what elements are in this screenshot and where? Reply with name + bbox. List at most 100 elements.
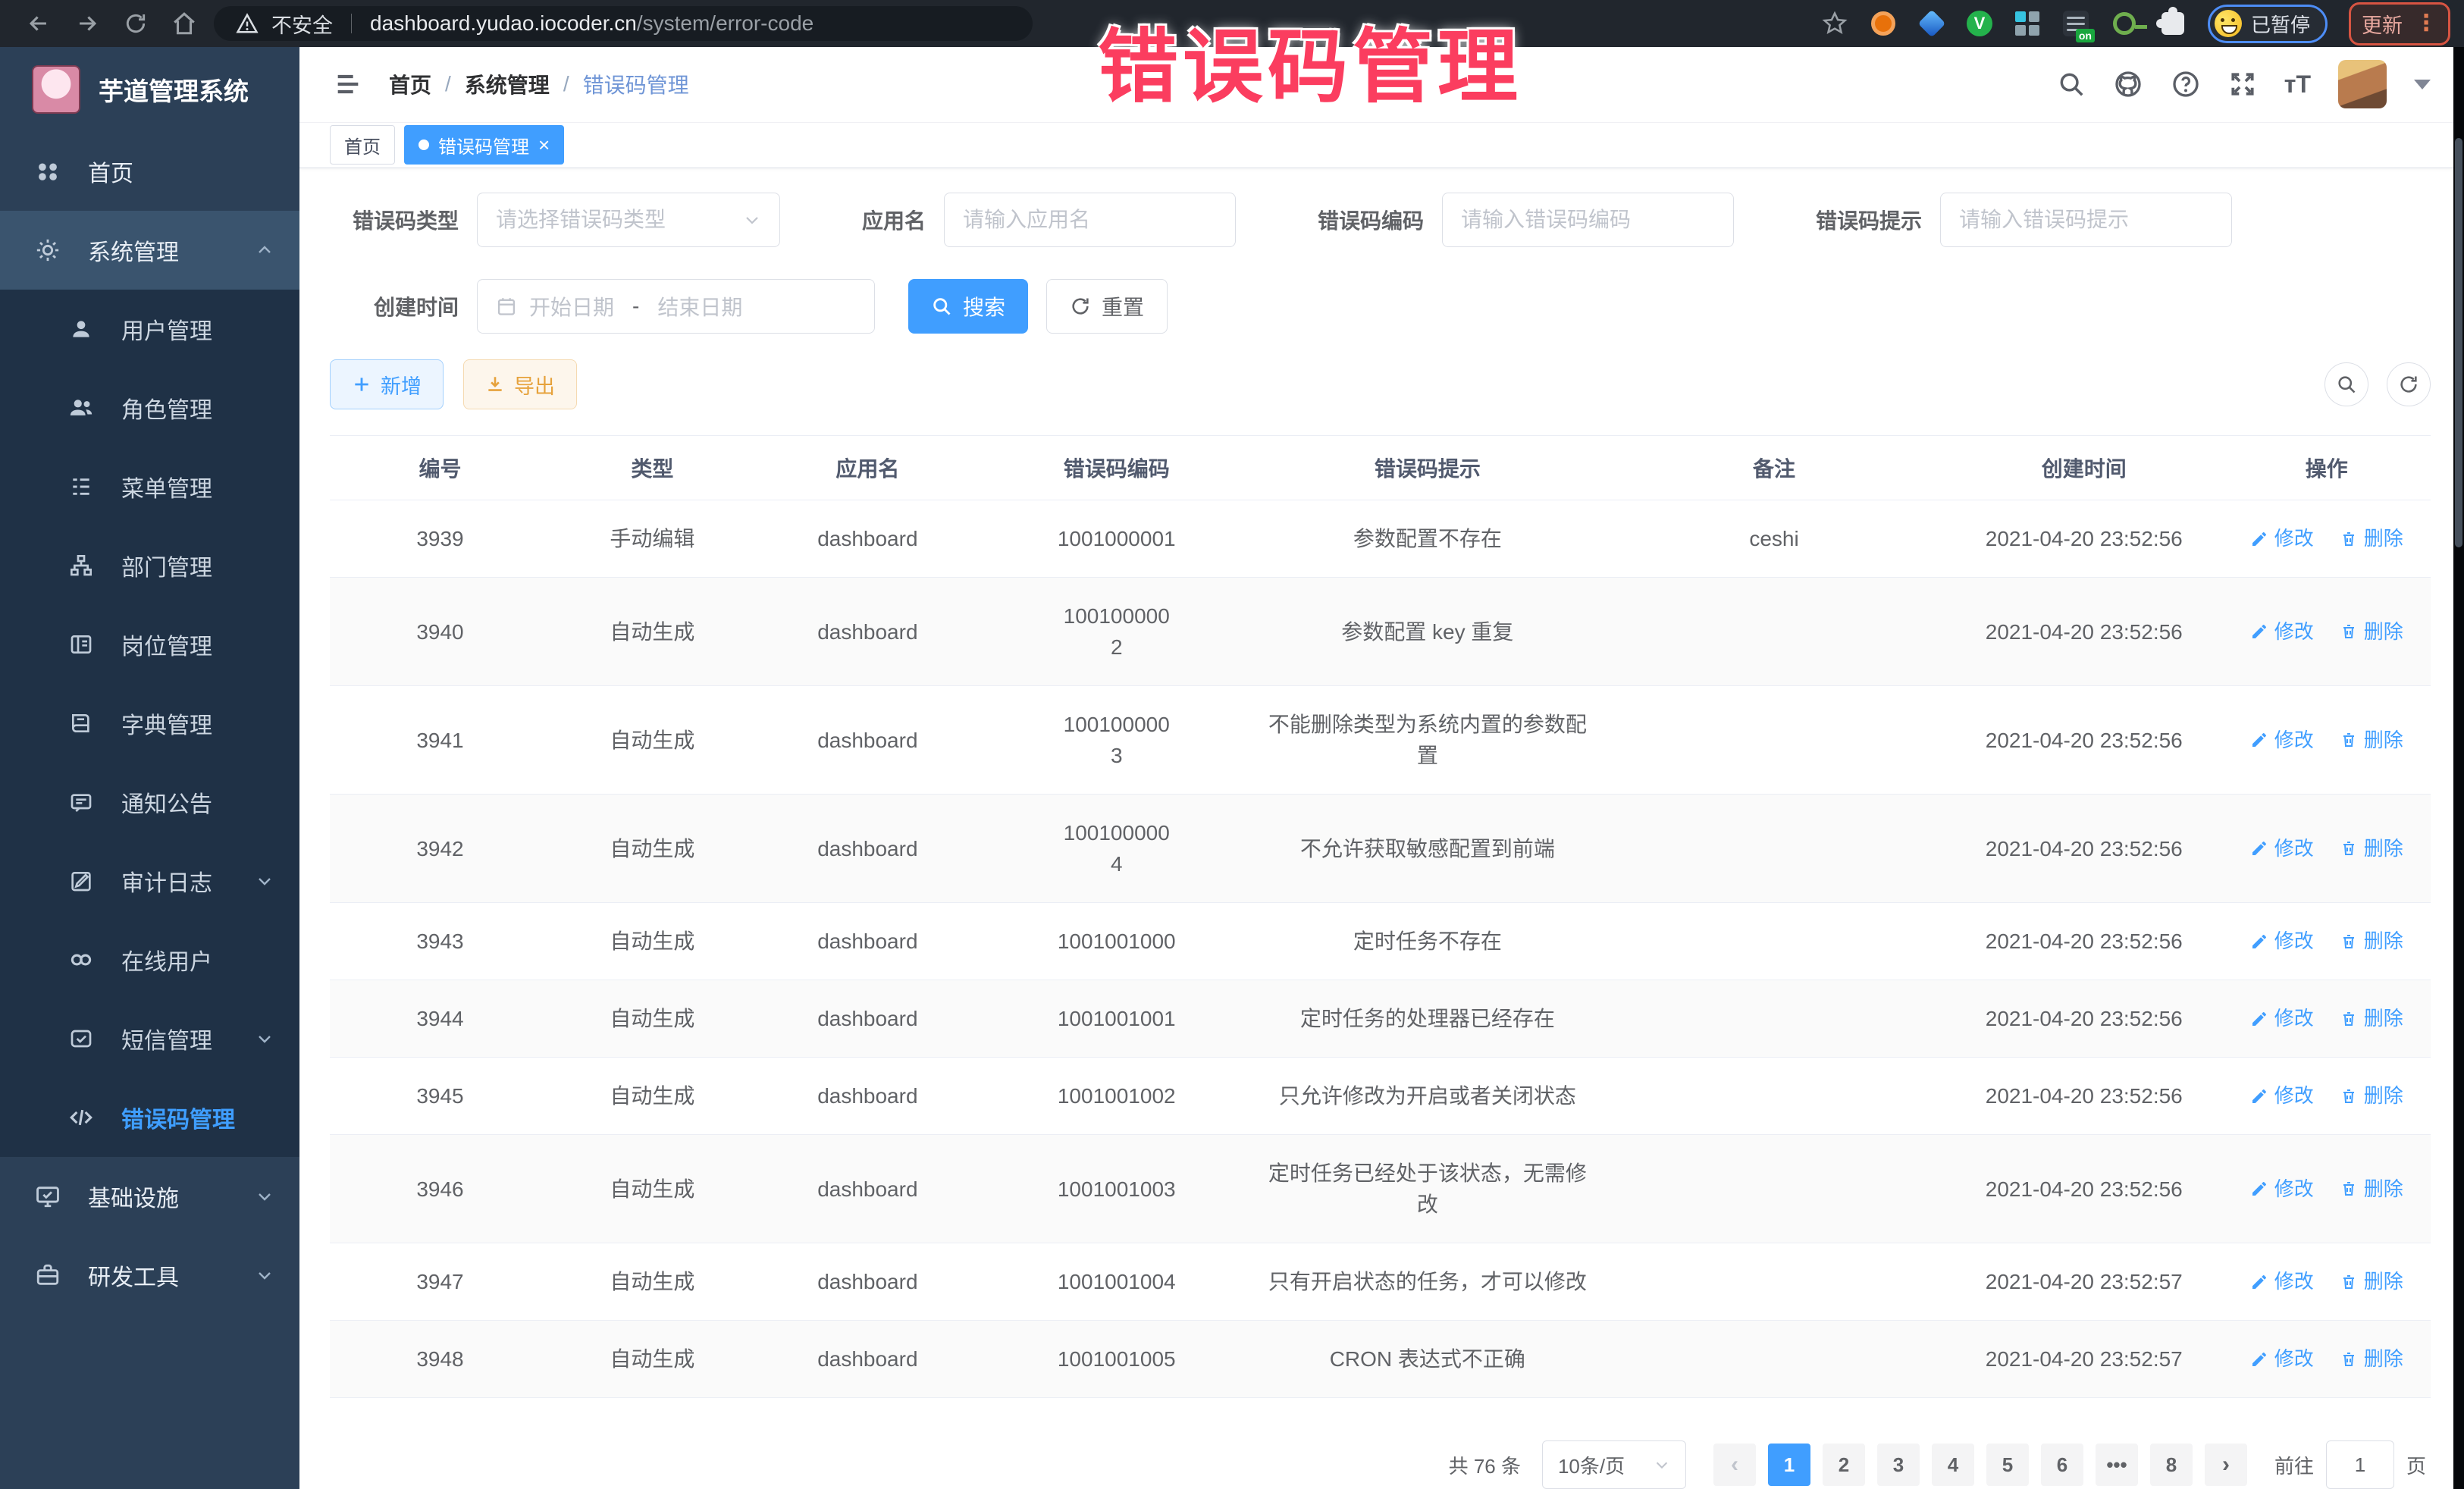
delete-button[interactable]: 删除	[2340, 1266, 2403, 1297]
monitor-check-icon	[33, 1183, 62, 1209]
cell-code: 100100000 2	[981, 578, 1252, 685]
refresh-table-icon[interactable]	[2387, 362, 2431, 406]
sidebar-item-system[interactable]: 系统管理	[0, 211, 299, 290]
scrollbar-thumb[interactable]	[2455, 138, 2462, 547]
font-size-icon[interactable]: ᴛT	[2284, 71, 2311, 99]
avatar-caret-icon[interactable]	[2414, 80, 2431, 89]
profile-paused-pill[interactable]: 已暂停	[2208, 5, 2328, 43]
goto-page-input[interactable]	[2326, 1440, 2394, 1489]
breadcrumb-home[interactable]: 首页	[389, 69, 431, 99]
green-v-extension-icon[interactable]: V	[1967, 11, 1992, 36]
puzzle-extensions-icon[interactable]	[2159, 10, 2187, 37]
app-logo[interactable]: 芋道管理系统	[0, 47, 299, 132]
page-button[interactable]: 5	[1986, 1444, 2029, 1486]
orange-extension-icon[interactable]	[1870, 10, 1897, 37]
bookmark-star-icon[interactable]	[1821, 10, 1848, 37]
sidebar-item-dev-tools[interactable]: 研发工具	[0, 1236, 299, 1315]
sidebar-item-home[interactable]: 首页	[0, 132, 299, 211]
add-button[interactable]: 新增	[330, 359, 444, 409]
edit-button[interactable]: 修改	[2250, 1003, 2314, 1034]
page-button[interactable]: 1	[1768, 1444, 1810, 1486]
sidebar-item-roles[interactable]: 角色管理	[0, 368, 299, 447]
delete-button[interactable]: 删除	[2340, 523, 2403, 554]
prev-page-button[interactable]: ‹	[1713, 1444, 1756, 1486]
page-size-select[interactable]: 10条/页	[1542, 1440, 1686, 1489]
sidebar-item-dict[interactable]: 字典管理	[0, 684, 299, 763]
app-name-input[interactable]	[944, 193, 1236, 247]
search-button[interactable]: 搜索	[908, 279, 1028, 334]
edit-button[interactable]: 修改	[2250, 523, 2314, 554]
sidebar-item-audit-log[interactable]: 审计日志	[0, 842, 299, 920]
browser-menu-icon[interactable]: ⋮	[2415, 17, 2437, 30]
delete-button[interactable]: 删除	[2340, 926, 2403, 957]
export-button[interactable]: 导出	[463, 359, 577, 409]
grid-extension-icon[interactable]	[2014, 10, 2041, 37]
delete-button[interactable]: 删除	[2340, 1174, 2403, 1205]
edit-button[interactable]: 修改	[2250, 1266, 2314, 1297]
delete-button[interactable]: 删除	[2340, 1003, 2403, 1034]
blue-pin-extension-icon[interactable]	[1918, 10, 1945, 37]
sidebar-item-notice[interactable]: 通知公告	[0, 763, 299, 842]
user-avatar[interactable]	[2338, 60, 2387, 108]
cell-id: 3947	[330, 1243, 550, 1320]
cell-id: 3948	[330, 1321, 550, 1397]
edit-button[interactable]: 修改	[2250, 926, 2314, 957]
edit-button[interactable]: 修改	[2250, 1343, 2314, 1375]
error-hint-input[interactable]	[1940, 193, 2232, 247]
reload-button[interactable]	[121, 9, 150, 38]
page-button[interactable]: 8	[2150, 1444, 2193, 1486]
tab-home[interactable]: 首页	[330, 125, 395, 165]
edit-button[interactable]: 修改	[2250, 616, 2314, 647]
delete-button[interactable]: 删除	[2340, 1343, 2403, 1375]
edit-button[interactable]: 修改	[2250, 1080, 2314, 1111]
breadcrumb-system[interactable]: 系统管理	[465, 69, 550, 99]
sidebar-item-posts[interactable]: 岗位管理	[0, 605, 299, 684]
page-button[interactable]: 6	[2041, 1444, 2083, 1486]
cell-id: 3946	[330, 1151, 550, 1227]
header-search-icon[interactable]	[2057, 70, 2086, 99]
toggle-search-icon[interactable]	[2324, 362, 2368, 406]
fullscreen-icon[interactable]	[2228, 70, 2257, 99]
error-type-select[interactable]	[477, 193, 780, 247]
sidebar-item-users[interactable]: 用户管理	[0, 290, 299, 368]
sidebar-item-departments[interactable]: 部门管理	[0, 526, 299, 605]
page-button[interactable]: 2	[1823, 1444, 1865, 1486]
key-extension-icon[interactable]	[2111, 10, 2138, 37]
sidebar-item-error-code[interactable]: 错误码管理	[0, 1078, 299, 1157]
back-button[interactable]	[24, 9, 53, 38]
delete-button[interactable]: 删除	[2340, 616, 2403, 647]
org-tree-icon	[67, 553, 96, 578]
delete-button[interactable]: 删除	[2340, 725, 2403, 756]
address-bar[interactable]: 不安全 dashboard.yudao.iocoder.cn/system/er…	[214, 6, 1033, 41]
close-tab-icon[interactable]: ×	[538, 135, 550, 155]
github-icon[interactable]	[2113, 69, 2143, 99]
sidebar-item-sms[interactable]: 短信管理	[0, 999, 299, 1078]
cell-hint: 只有开启状态的任务，才可以修改	[1252, 1243, 1603, 1320]
delete-button[interactable]: 删除	[2340, 833, 2403, 864]
page-scrollbar[interactable]	[2453, 47, 2464, 1489]
forward-button[interactable]	[73, 9, 102, 38]
edit-button[interactable]: 修改	[2250, 1174, 2314, 1205]
cell-memo	[1603, 1166, 1945, 1212]
reset-button[interactable]: 重置	[1046, 279, 1168, 334]
page-button[interactable]: 3	[1877, 1444, 1920, 1486]
dark-on-extension-icon[interactable]: on	[2062, 10, 2089, 37]
help-icon[interactable]	[2171, 69, 2201, 99]
edit-button[interactable]: 修改	[2250, 833, 2314, 864]
delete-button[interactable]: 删除	[2340, 1080, 2403, 1111]
sidebar-item-online-users[interactable]: 在线用户	[0, 920, 299, 999]
sidebar-item-infrastructure[interactable]: 基础设施	[0, 1157, 299, 1236]
error-code-input[interactable]	[1442, 193, 1734, 247]
home-button[interactable]	[170, 9, 199, 38]
page-button[interactable]: 4	[1932, 1444, 1974, 1486]
page-button[interactable]: •••	[2096, 1444, 2138, 1486]
page-header: 首页 / 系统管理 / 错误码管理 ᴛT	[299, 47, 2464, 123]
date-range-picker[interactable]: 开始日期 - 结束日期	[477, 279, 875, 334]
sidebar-toggle[interactable]	[333, 69, 363, 99]
browser-update-button[interactable]: 更新 ⋮	[2349, 2, 2450, 45]
next-page-button[interactable]: ›	[2205, 1444, 2247, 1486]
sidebar-item-menus[interactable]: 菜单管理	[0, 447, 299, 526]
edit-button[interactable]: 修改	[2250, 725, 2314, 756]
page-url: dashboard.yudao.iocoder.cn/system/error-…	[370, 11, 813, 36]
tab-error-code[interactable]: 错误码管理 ×	[404, 125, 564, 165]
